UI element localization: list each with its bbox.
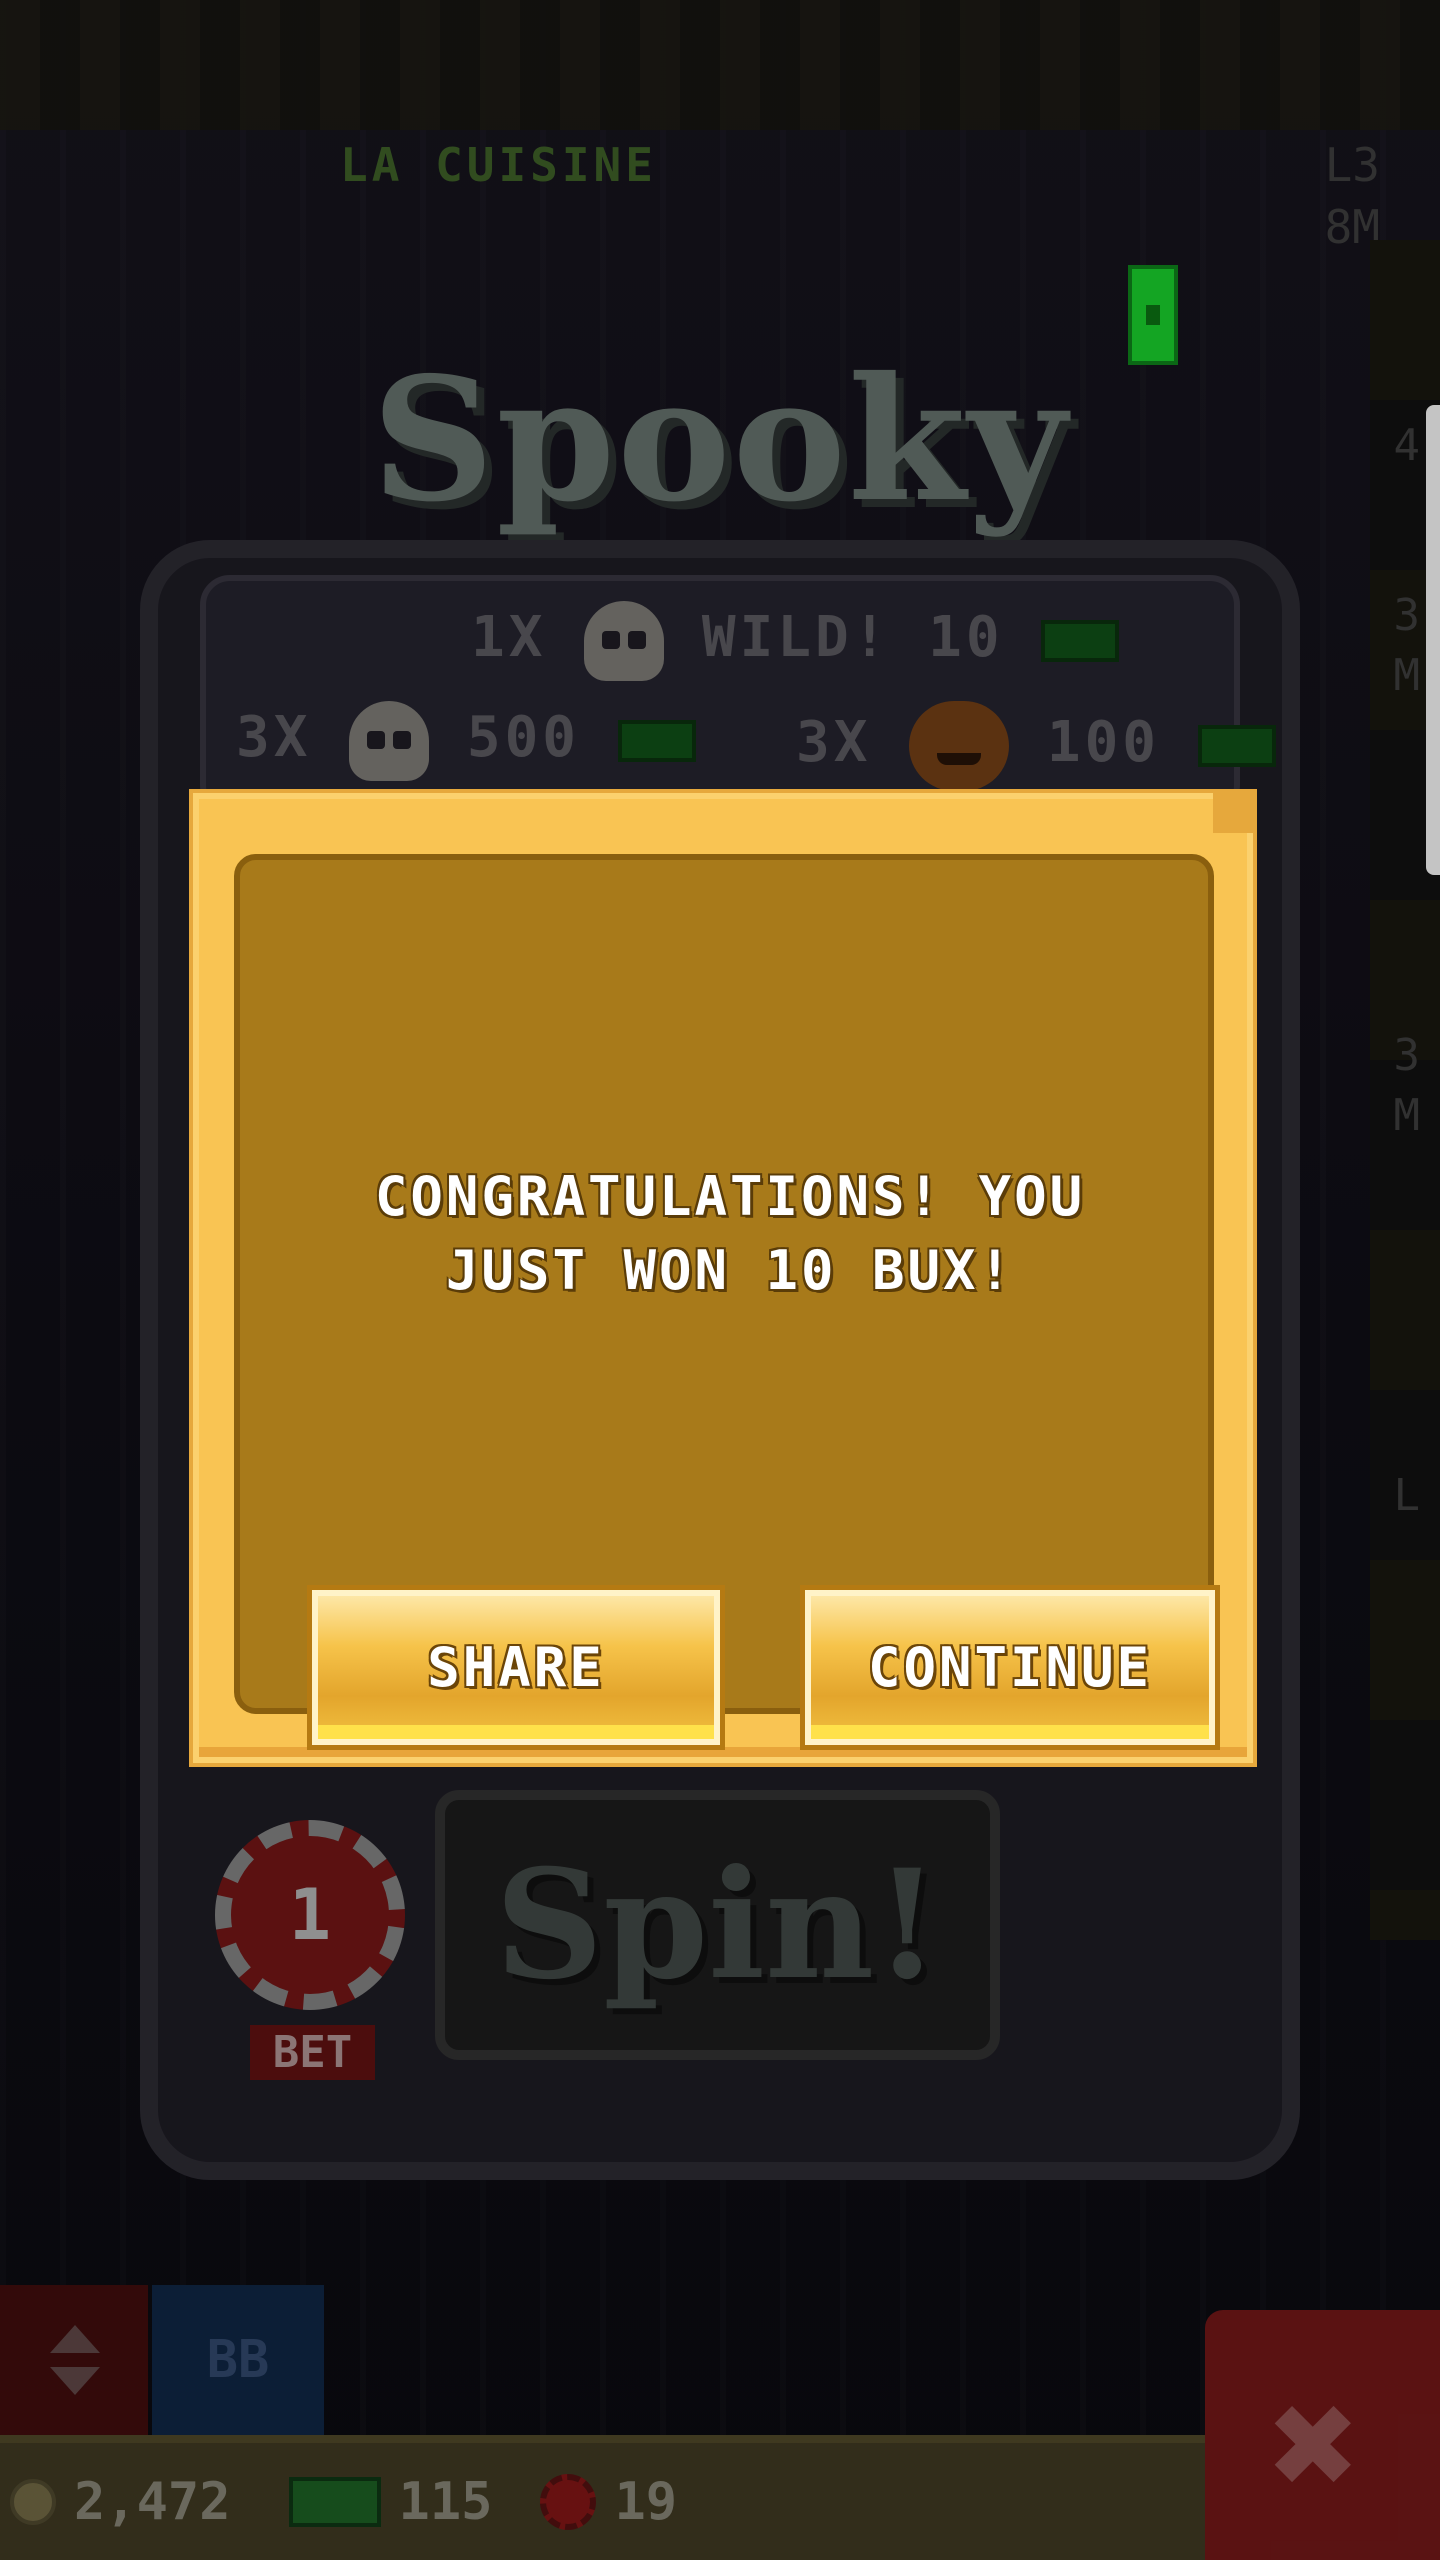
win-message: CONGRATULATIONS! YOU JUST WON 10 BUX! (374, 1165, 1086, 1302)
win-dialog: CONGRATULATIONS! YOU JUST WON 10 BUX! SH… (193, 793, 1253, 1763)
dialog-corner (1213, 793, 1253, 833)
dialog-body: CONGRATULATIONS! YOU JUST WON 10 BUX! SH… (234, 854, 1215, 1745)
share-button[interactable]: SHARE (312, 1590, 720, 1745)
continue-button[interactable]: CONTINUE (805, 1590, 1215, 1745)
